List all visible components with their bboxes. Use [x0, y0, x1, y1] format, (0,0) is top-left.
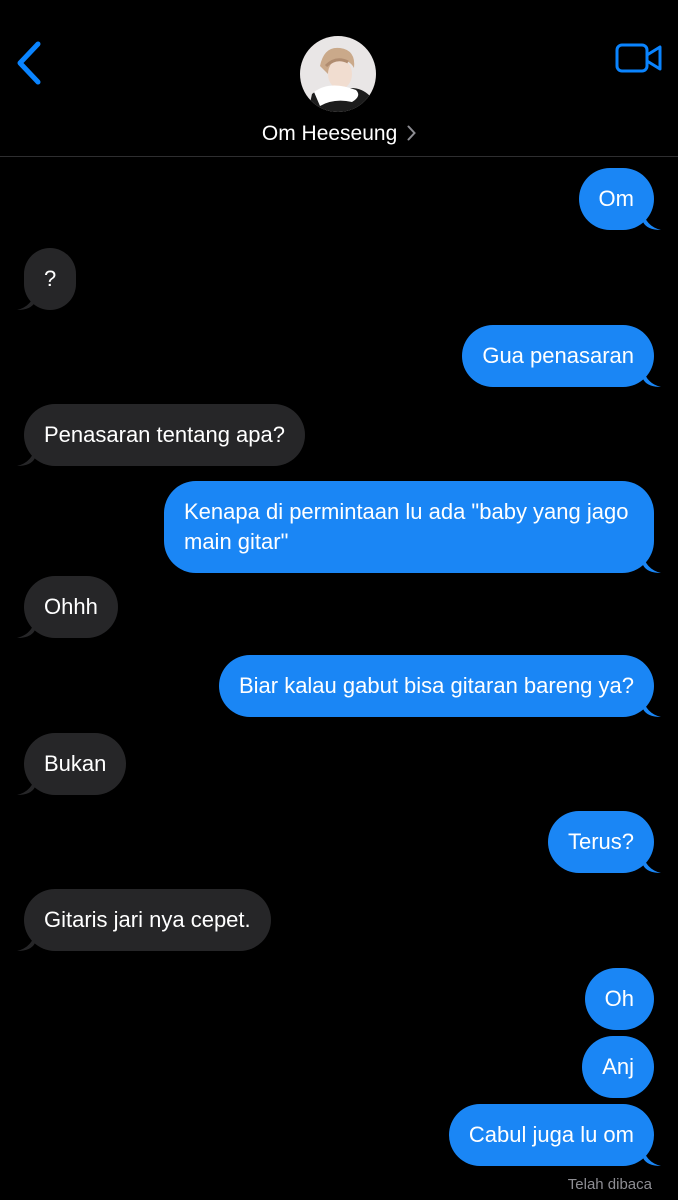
contact-name: Om Heeseung — [261, 122, 398, 145]
bubble-tail — [643, 697, 661, 717]
bubble-tail — [643, 367, 661, 387]
message-bubble-incoming[interactable]: Ohhh — [17, 576, 118, 638]
message-text: Penasaran tentang apa? — [44, 422, 285, 447]
message-text: Gua penasaran — [482, 343, 634, 368]
message-text: Biar kalau gabut bisa gitaran bareng ya? — [238, 673, 634, 698]
video-camera-icon[interactable] — [615, 42, 663, 74]
message-bubble-outgoing[interactable]: Biar kalau gabut bisa gitaran bareng ya? — [218, 655, 661, 717]
read-receipt: Telah dibaca — [567, 1176, 652, 1193]
message-bubble-outgoing[interactable]: Terus? — [547, 811, 661, 873]
chevron-left-icon[interactable] — [12, 40, 46, 86]
message-text: Cabul juga lu om — [468, 1122, 634, 1147]
message-text: Terus? — [567, 829, 634, 854]
message-text: Anj — [602, 1054, 634, 1079]
message-text: Bukan — [44, 751, 107, 776]
avatar[interactable] — [300, 36, 376, 112]
message-bubble-outgoing[interactable]: Anj — [582, 1036, 654, 1098]
message-bubble-outgoing[interactable]: Oh — [584, 968, 654, 1030]
message-bubble-incoming[interactable]: Bukan — [17, 733, 127, 795]
message-bubble-outgoing[interactable]: Cabul juga lu om — [448, 1104, 661, 1166]
bubble-tail — [17, 931, 35, 951]
message-bubble-outgoing[interactable]: Kenapa di permintaan lu ada "baby yang j… — [164, 481, 661, 573]
message-text: Kenapa di permintaan lu ada "baby yang j… — [184, 499, 629, 554]
bubble-tail — [17, 290, 35, 310]
message-text: Om — [598, 186, 634, 211]
bubble-tail — [643, 210, 661, 230]
bubble-tail — [643, 853, 661, 873]
bubble-tail — [643, 1146, 661, 1166]
bubble-tail — [17, 446, 35, 466]
message-bubble-incoming[interactable]: Gitaris jari nya cepet. — [17, 889, 271, 951]
bubble-tail — [17, 618, 35, 638]
conversation-header: Om Heeseung — [0, 0, 678, 157]
message-bubble-incoming[interactable]: ? — [17, 248, 77, 310]
message-text: Oh — [604, 986, 634, 1011]
message-text: Gitaris jari nya cepet. — [44, 907, 251, 932]
chevron-right-icon — [407, 125, 416, 141]
message-bubble-incoming[interactable]: Penasaran tentang apa? — [17, 404, 305, 466]
contact-name-button[interactable]: Om Heeseung — [0, 122, 678, 146]
message-text: ? — [44, 266, 57, 291]
message-bubble-outgoing[interactable]: Gua penasaran — [462, 325, 661, 387]
bubble-tail — [643, 553, 661, 573]
message-bubble-outgoing[interactable]: Om — [578, 168, 661, 230]
bubble-tail — [17, 775, 35, 795]
message-text: Ohhh — [44, 594, 98, 619]
